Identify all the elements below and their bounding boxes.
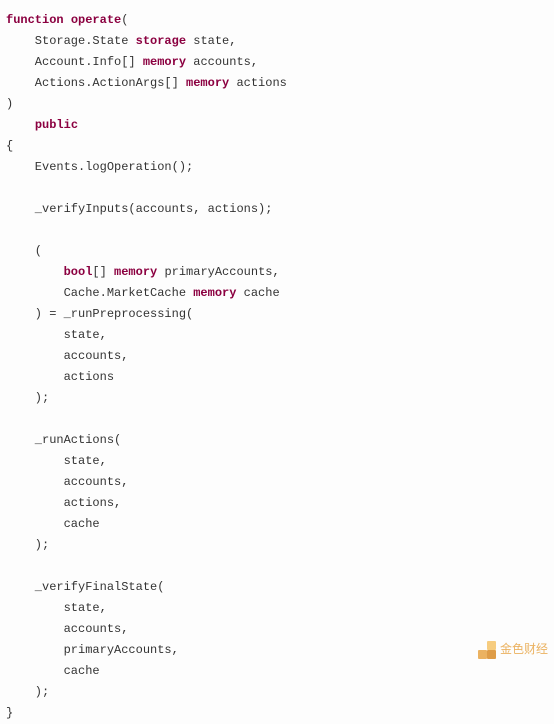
keyword-token: memory bbox=[193, 286, 236, 300]
keyword-token: storage bbox=[136, 34, 186, 48]
keyword-token: memory bbox=[186, 76, 229, 90]
function-name-token: operate bbox=[71, 13, 121, 27]
keyword-token: memory bbox=[114, 265, 157, 279]
watermark-text: 金色财经 bbox=[500, 639, 548, 660]
keyword-token: function bbox=[6, 13, 64, 27]
code-block: function operate( Storage.State storage … bbox=[6, 10, 554, 724]
keyword-token: bool bbox=[64, 265, 93, 279]
keyword-token: memory bbox=[143, 55, 186, 69]
watermark-logo-icon bbox=[478, 641, 496, 659]
watermark: 金色财经 bbox=[478, 639, 548, 660]
keyword-token: public bbox=[35, 118, 78, 132]
